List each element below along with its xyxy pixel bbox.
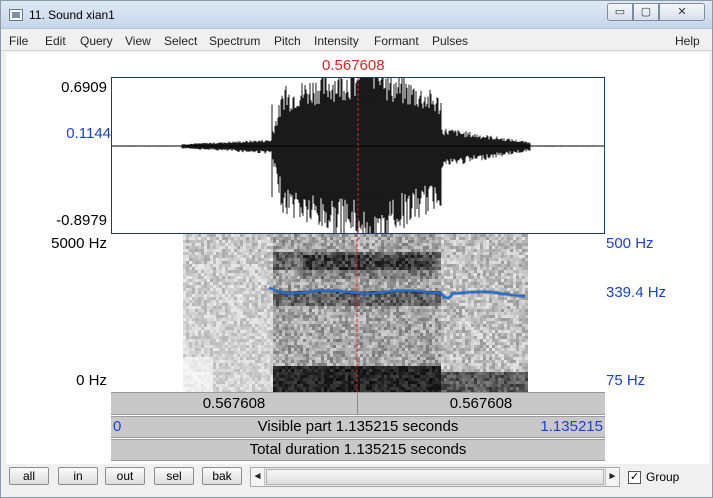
scroll-thumb[interactable] — [266, 469, 604, 485]
minimize-button[interactable]: ▭ — [607, 3, 633, 21]
spectrogram-panel[interactable] — [111, 234, 605, 392]
visible-part-bar[interactable]: 0 Visible part 1.135215 seconds 1.135215 — [111, 416, 605, 438]
spectrogram-top-freq-label: 5000 Hz — [51, 235, 107, 252]
menu-pitch[interactable]: Pitch — [274, 34, 301, 48]
menu-edit[interactable]: Edit — [45, 34, 66, 48]
title-bar[interactable]: 11. Sound xian1 ▭ ▢ ✕ — [1, 1, 712, 29]
left-part-label[interactable]: 0.567608 — [111, 393, 357, 414]
menu-view[interactable]: View — [125, 34, 151, 48]
waveform-cursor-value-label: 0.1144 — [66, 125, 111, 142]
waveform-max-label: 0.6909 — [61, 79, 107, 96]
menu-help[interactable]: Help — [675, 34, 700, 48]
close-button[interactable]: ✕ — [659, 3, 705, 21]
pitch-bottom-label: 75 Hz — [606, 372, 646, 389]
maximize-button[interactable]: ▢ — [633, 3, 659, 21]
menu-formant[interactable]: Formant — [374, 34, 419, 48]
zoom-selection-button[interactable]: sel — [154, 467, 194, 485]
menu-bar: File Edit Query View Select Spectrum Pit… — [1, 31, 712, 51]
right-part-label[interactable]: 0.567608 — [358, 393, 604, 414]
cursor-time-label: 0.567608 — [322, 57, 385, 74]
waveform-panel[interactable] — [111, 77, 605, 234]
praat-sound-window: 11. Sound xian1 ▭ ▢ ✕ File Edit Query Vi… — [0, 0, 713, 498]
total-duration-text: Total duration 1.135215 seconds — [249, 441, 467, 458]
menu-spectrum[interactable]: Spectrum — [209, 34, 260, 48]
scroll-left-arrow-icon[interactable]: ◄ — [251, 468, 265, 486]
bottom-toolbar: all in out sel bak ◄ ► ✓ Group — [1, 464, 712, 497]
menu-pulses[interactable]: Pulses — [432, 34, 468, 48]
waveform-min-label: -0.8979 — [56, 212, 107, 229]
menu-select[interactable]: Select — [164, 34, 197, 48]
horizontal-scrollbar[interactable]: ◄ ► — [250, 467, 620, 487]
visible-part-text: Visible part 1.135215 seconds — [257, 418, 459, 435]
window-app-icon — [9, 9, 23, 21]
zoom-out-button[interactable]: out — [105, 467, 145, 485]
pitch-top-label: 500 Hz — [606, 235, 654, 252]
menu-query[interactable]: Query — [80, 34, 113, 48]
sound-editor-canvas[interactable]: 0.567608 0.6909 0.1144 -0.8979 5000 Hz 0… — [6, 52, 709, 464]
spectrogram-cells — [183, 234, 528, 392]
visible-start-label: 0 — [113, 418, 122, 435]
window-title: 11. Sound xian1 — [29, 8, 115, 22]
total-duration-bar[interactable]: Total duration 1.135215 seconds — [111, 439, 605, 461]
zoom-all-button[interactable]: all — [9, 467, 49, 485]
selection-parts-bar[interactable]: 0.567608 0.567608 — [111, 392, 605, 415]
visible-end-label: 1.135215 — [540, 418, 603, 435]
spectrogram-plot — [183, 234, 528, 392]
zoom-back-button[interactable]: bak — [202, 467, 242, 485]
menu-intensity[interactable]: Intensity — [314, 34, 359, 48]
pitch-value-label: 339.4 Hz — [606, 284, 667, 301]
waveform-plot — [112, 78, 604, 233]
zoom-in-button[interactable]: in — [58, 467, 98, 485]
menu-file[interactable]: File — [9, 34, 28, 48]
scroll-right-arrow-icon[interactable]: ► — [605, 468, 619, 486]
spectrogram-bottom-freq-label: 0 Hz — [76, 372, 107, 389]
group-label: Group — [646, 470, 680, 484]
group-checkbox[interactable]: ✓ — [628, 471, 641, 484]
